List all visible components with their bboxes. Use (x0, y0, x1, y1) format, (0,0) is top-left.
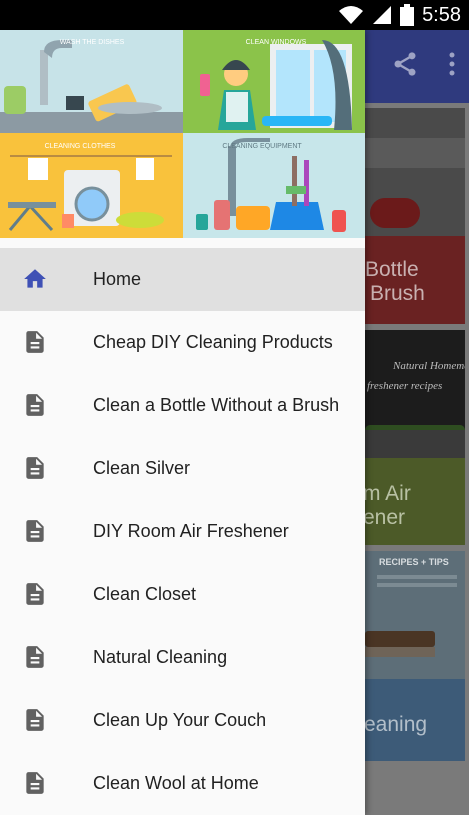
menu-item-label: Clean a Bottle Without a Brush (93, 395, 340, 415)
document-icon (26, 520, 44, 542)
header-panel-label: WASH THE DISHES (60, 39, 125, 46)
document-icon (26, 646, 44, 668)
card-title-band: Bottle Brush (365, 236, 465, 324)
status-time: 5:58 (422, 3, 461, 26)
document-icon (26, 331, 44, 353)
card-title: Bottle (365, 258, 419, 281)
menu-item-cheap-diy-cleaning-products[interactable]: Cheap DIY Cleaning Products (0, 311, 365, 374)
menu-item-clean-closet[interactable]: Clean Closet (0, 563, 365, 626)
card-image-text: RECIPES + TIPS (379, 557, 449, 567)
menu-item-clean-silver[interactable]: Clean Silver (0, 437, 365, 500)
menu-item-clean-wool-at-home[interactable]: Clean Wool at Home (0, 752, 365, 815)
card-image-text: freshener recipes (367, 380, 443, 392)
more-vert-icon[interactable] (447, 50, 457, 78)
card-title: eaning (365, 713, 428, 736)
article-card[interactable]: Bottle Brush (365, 108, 465, 324)
drawer-menu: Home Cheap DIY Cleaning Products Clean a… (0, 248, 365, 815)
article-card[interactable]: Natural Homemade freshener recipes m Air… (365, 330, 465, 545)
header-panel-label: CLEANING EQUIPMENT (222, 143, 302, 150)
card-title: Brush (370, 282, 425, 305)
menu-item-label: DIY Room Air Freshener (93, 521, 289, 541)
menu-item-home[interactable]: Home (0, 248, 365, 311)
menu-item-diy-room-air-freshener[interactable]: DIY Room Air Freshener (0, 500, 365, 563)
menu-item-label: Clean Up Your Couch (93, 710, 267, 730)
header-panel-label: CLEANING CLOTHES (45, 143, 116, 150)
document-icon (26, 709, 44, 731)
menu-item-clean-a-bottle[interactable]: Clean a Bottle Without a Brush (0, 374, 365, 437)
menu-item-natural-cleaning[interactable]: Natural Cleaning (0, 626, 365, 689)
document-icon (26, 457, 44, 479)
menu-item-label: Home (93, 269, 142, 289)
menu-item-label: Clean Wool at Home (93, 773, 259, 793)
card-image (365, 108, 465, 236)
wifi-icon (339, 6, 364, 24)
document-icon (26, 583, 44, 605)
card-title-band: m Air ener (365, 458, 465, 545)
card-image: Natural Homemade freshener recipes (365, 330, 465, 458)
document-icon (26, 772, 44, 794)
signal-icon (373, 6, 392, 24)
menu-item-label: Clean Silver (93, 458, 191, 478)
drawer-header-image: WASH THE DISHES CLEAN WINDOWS CLEANING C… (0, 30, 365, 238)
document-icon (26, 394, 44, 416)
share-icon[interactable] (391, 50, 419, 78)
card-image: RECIPES + TIPS (365, 551, 465, 679)
card-title-band: eaning (365, 679, 465, 761)
menu-item-label: Natural Cleaning (93, 647, 228, 667)
navigation-drawer: WASH THE DISHES CLEAN WINDOWS CLEANING C… (0, 30, 365, 815)
menu-item-label: Clean Closet (93, 584, 197, 604)
article-card[interactable]: RECIPES + TIPS eaning (365, 551, 465, 761)
menu-item-clean-up-your-couch[interactable]: Clean Up Your Couch (0, 689, 365, 752)
status-bar: 5:58 (0, 0, 469, 30)
battery-icon (400, 4, 415, 26)
home-icon (24, 269, 46, 288)
card-title: m Air (365, 482, 411, 505)
menu-item-label: Cheap DIY Cleaning Products (93, 332, 333, 352)
card-image-text: Natural Homemade (393, 360, 465, 372)
header-panel-label: CLEAN WINDOWS (246, 39, 307, 46)
card-title: ener (365, 506, 406, 529)
